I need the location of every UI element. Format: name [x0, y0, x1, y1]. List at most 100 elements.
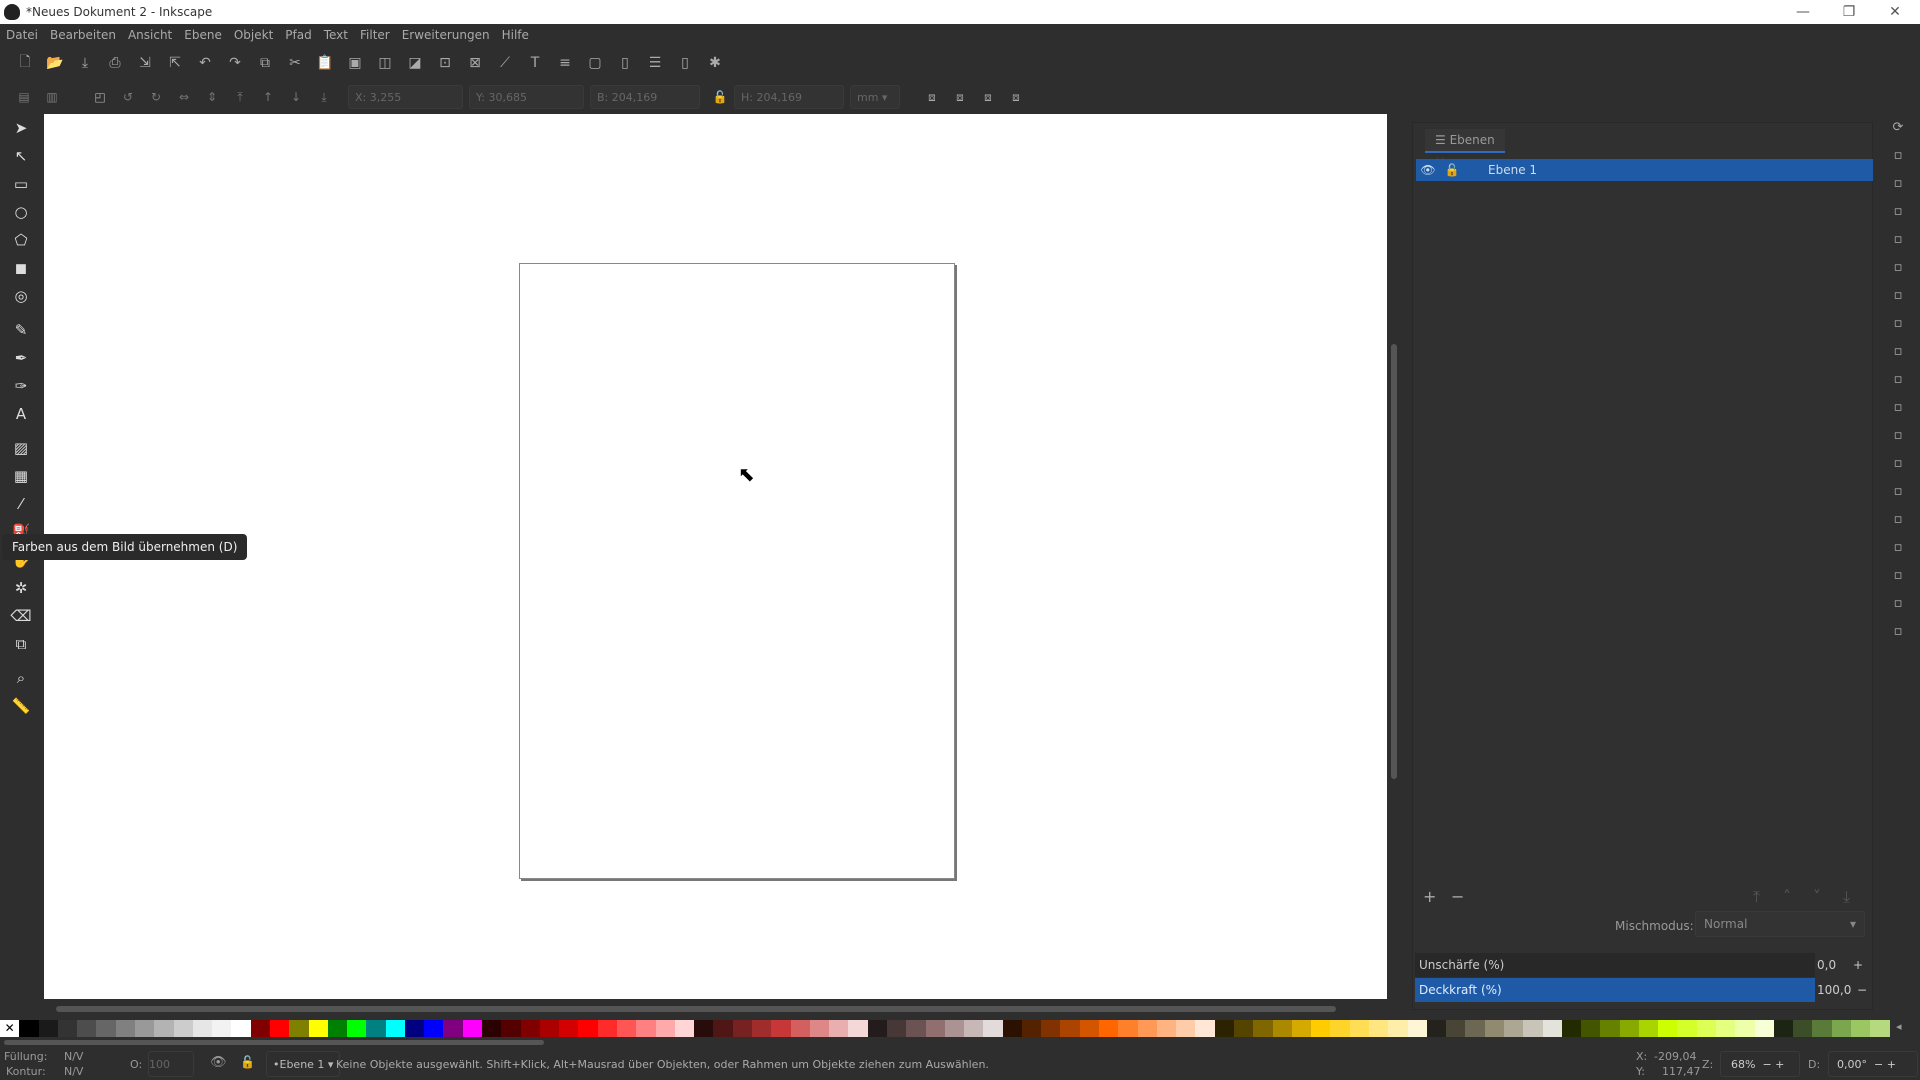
palette-menu-icon[interactable]: ◂ — [1896, 1020, 1902, 1033]
color-swatch[interactable] — [192, 1020, 213, 1037]
color-swatch[interactable] — [1581, 1020, 1601, 1037]
snap-intersections-icon[interactable]: ▫ — [1876, 338, 1920, 366]
color-swatch[interactable] — [925, 1020, 945, 1037]
snap-center-icon[interactable]: ▫ — [1876, 478, 1920, 506]
menu-datei[interactable]: Datei — [6, 28, 38, 42]
blend-mode-select[interactable]: Normal ▾ — [1695, 911, 1865, 937]
color-swatch[interactable] — [1368, 1020, 1389, 1037]
color-swatch[interactable] — [1446, 1020, 1466, 1037]
color-swatch[interactable] — [578, 1020, 598, 1037]
color-swatch[interactable] — [443, 1020, 463, 1037]
tool-pen[interactable]: ✒ — [0, 344, 42, 372]
color-swatch[interactable] — [1002, 1020, 1022, 1037]
color-swatch[interactable] — [231, 1020, 251, 1037]
color-swatch[interactable] — [347, 1020, 367, 1037]
tool-star[interactable]: ⬠ — [0, 226, 42, 254]
color-swatch[interactable] — [829, 1020, 849, 1037]
color-swatch[interactable] — [809, 1020, 830, 1037]
save-icon[interactable]: ⤓ — [70, 55, 100, 71]
color-swatch[interactable] — [1041, 1020, 1061, 1037]
blur-increment[interactable]: + — [1853, 953, 1863, 977]
zoom-field[interactable]: 68% − + — [1720, 1051, 1800, 1077]
remove-layer-button[interactable]: − — [1451, 887, 1479, 907]
color-swatch[interactable] — [655, 1020, 675, 1037]
color-swatch[interactable] — [1503, 1020, 1524, 1037]
menu-pfad[interactable]: Pfad — [285, 28, 311, 42]
color-swatch[interactable] — [250, 1020, 270, 1037]
raise-icon[interactable]: ↑ — [254, 90, 282, 104]
color-swatch[interactable] — [1484, 1020, 1504, 1037]
color-swatch[interactable] — [1619, 1020, 1639, 1037]
tool-text[interactable]: A — [0, 400, 42, 428]
snap-others-icon[interactable]: ▫ — [1876, 450, 1920, 478]
tool-node[interactable]: ↖ — [0, 142, 42, 170]
color-swatch[interactable] — [38, 1020, 58, 1037]
tool-measure[interactable]: 📏 — [0, 692, 42, 720]
document-properties-icon[interactable]: ▯ — [670, 55, 700, 71]
lower-bottom-icon[interactable]: ⤓ — [310, 90, 338, 105]
color-swatch[interactable] — [983, 1020, 1003, 1037]
zoom-drawing-icon[interactable]: ⊠ — [460, 55, 490, 71]
snap-cusp-icon[interactable]: ▫ — [1876, 366, 1920, 394]
color-swatch[interactable] — [886, 1020, 907, 1037]
snap-corners-icon[interactable]: ▫ — [1876, 198, 1920, 226]
lower-bottom-icon[interactable]: ⤓ — [1843, 887, 1863, 907]
color-swatch[interactable] — [1523, 1020, 1543, 1037]
color-swatch[interactable] — [1851, 1020, 1871, 1037]
raise-top-icon[interactable]: ⤒ — [226, 90, 254, 105]
blur-value[interactable]: 0,0 — [1817, 953, 1836, 977]
tool-spiral[interactable]: ◎ — [0, 282, 42, 310]
raise-icon[interactable]: ˄ — [1783, 887, 1813, 907]
select-all-layers-icon[interactable]: ▥ — [38, 90, 66, 104]
color-swatch[interactable] — [1330, 1020, 1350, 1037]
opacity-slider[interactable]: Deckkraft (%) — [1415, 978, 1815, 1002]
snap-text-icon[interactable]: ▫ — [1876, 534, 1920, 562]
color-swatch[interactable] — [424, 1020, 444, 1037]
color-swatch[interactable] — [501, 1020, 521, 1037]
opacity-decrement[interactable]: − — [1857, 978, 1867, 1002]
snap-bbox-icon[interactable]: ▫ — [1876, 142, 1920, 170]
color-swatch[interactable] — [57, 1020, 78, 1037]
snap-nodes-icon[interactable]: ▫ — [1876, 282, 1920, 310]
snap-guide-icon[interactable]: ▫ — [1876, 618, 1920, 646]
tool-ellipse[interactable]: ○ — [0, 198, 42, 226]
lock-ratio-icon[interactable]: 🔓 — [706, 90, 734, 104]
snap-smooth-icon[interactable]: ▫ — [1876, 394, 1920, 422]
snap-centers-icon[interactable]: ▫ — [1876, 254, 1920, 282]
color-swatch[interactable] — [1716, 1020, 1736, 1037]
color-swatch[interactable] — [751, 1020, 772, 1037]
color-swatch[interactable] — [1349, 1020, 1369, 1037]
stroke-value[interactable]: N/V — [64, 1065, 83, 1078]
xml-editor-icon[interactable]: ⟋ — [490, 55, 520, 71]
color-swatch[interactable] — [404, 1020, 425, 1037]
color-swatch[interactable] — [848, 1020, 868, 1037]
color-swatch[interactable] — [1677, 1020, 1697, 1037]
raise-top-icon[interactable]: ⤒ — [1753, 887, 1783, 907]
color-swatch[interactable] — [1793, 1020, 1813, 1037]
duplicate-icon[interactable]: ⧉ — [250, 55, 280, 71]
color-swatch[interactable] — [1407, 1020, 1427, 1037]
rotate-cw-icon[interactable]: ↻ — [142, 90, 170, 104]
color-swatch[interactable] — [385, 1020, 405, 1037]
redo-icon[interactable]: ↷ — [220, 55, 250, 71]
snap-rotation-icon[interactable]: ▫ — [1876, 506, 1920, 534]
color-swatch[interactable] — [1079, 1020, 1100, 1037]
undo-icon[interactable]: ↶ — [190, 55, 220, 71]
tool-mesh[interactable]: ▦ — [0, 462, 42, 490]
color-swatch[interactable] — [1272, 1020, 1292, 1037]
snap-midpoints-icon[interactable]: ▫ — [1876, 226, 1920, 254]
color-swatch[interactable] — [327, 1020, 348, 1037]
tool-connector[interactable]: ⧉ — [0, 630, 42, 658]
color-swatch[interactable] — [1156, 1020, 1177, 1037]
tool-rectangle[interactable]: ▭ — [0, 170, 42, 198]
color-swatch[interactable] — [1465, 1020, 1485, 1037]
tool-zoom[interactable]: ⌕ — [0, 664, 42, 692]
color-swatch[interactable] — [559, 1020, 579, 1037]
color-swatch[interactable] — [1754, 1020, 1774, 1037]
color-swatch[interactable] — [289, 1020, 309, 1037]
color-swatch[interactable] — [462, 1020, 483, 1037]
color-swatch[interactable] — [1311, 1020, 1331, 1037]
group-icon[interactable]: ▣ — [340, 55, 370, 71]
color-swatch[interactable] — [520, 1020, 540, 1037]
color-swatch[interactable] — [1658, 1020, 1678, 1037]
